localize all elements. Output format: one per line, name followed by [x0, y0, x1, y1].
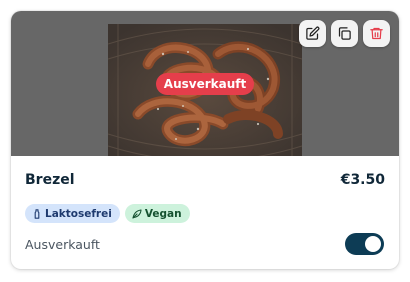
sold-out-toggle[interactable] [345, 233, 384, 255]
edit-icon [306, 26, 320, 40]
bottle-icon [34, 208, 40, 219]
trash-icon [370, 27, 383, 40]
product-tags: Laktosefrei Vegan [25, 204, 190, 223]
card-actions [299, 20, 390, 47]
delete-button[interactable] [363, 20, 390, 47]
product-name: Brezel [25, 172, 75, 188]
leaf-icon [132, 208, 142, 219]
tag-label: Vegan [144, 207, 182, 220]
product-price: €3.50 [340, 172, 385, 188]
sold-out-badge: Ausverkauft [156, 73, 254, 95]
tag-label: Laktosefrei [45, 207, 112, 220]
tag-lactose-free: Laktosefrei [25, 204, 120, 223]
product-image-area: Ausverkauft [11, 11, 399, 156]
toggle-knob [365, 236, 381, 252]
sold-out-label: Ausverkauft [25, 237, 100, 252]
edit-button[interactable] [299, 20, 326, 47]
duplicate-button[interactable] [331, 20, 358, 47]
tag-vegan: Vegan [124, 204, 190, 223]
copy-icon [338, 27, 351, 40]
product-card: Ausverkauft Brezel €3.50 Laktosefrei Veg… [11, 11, 399, 269]
